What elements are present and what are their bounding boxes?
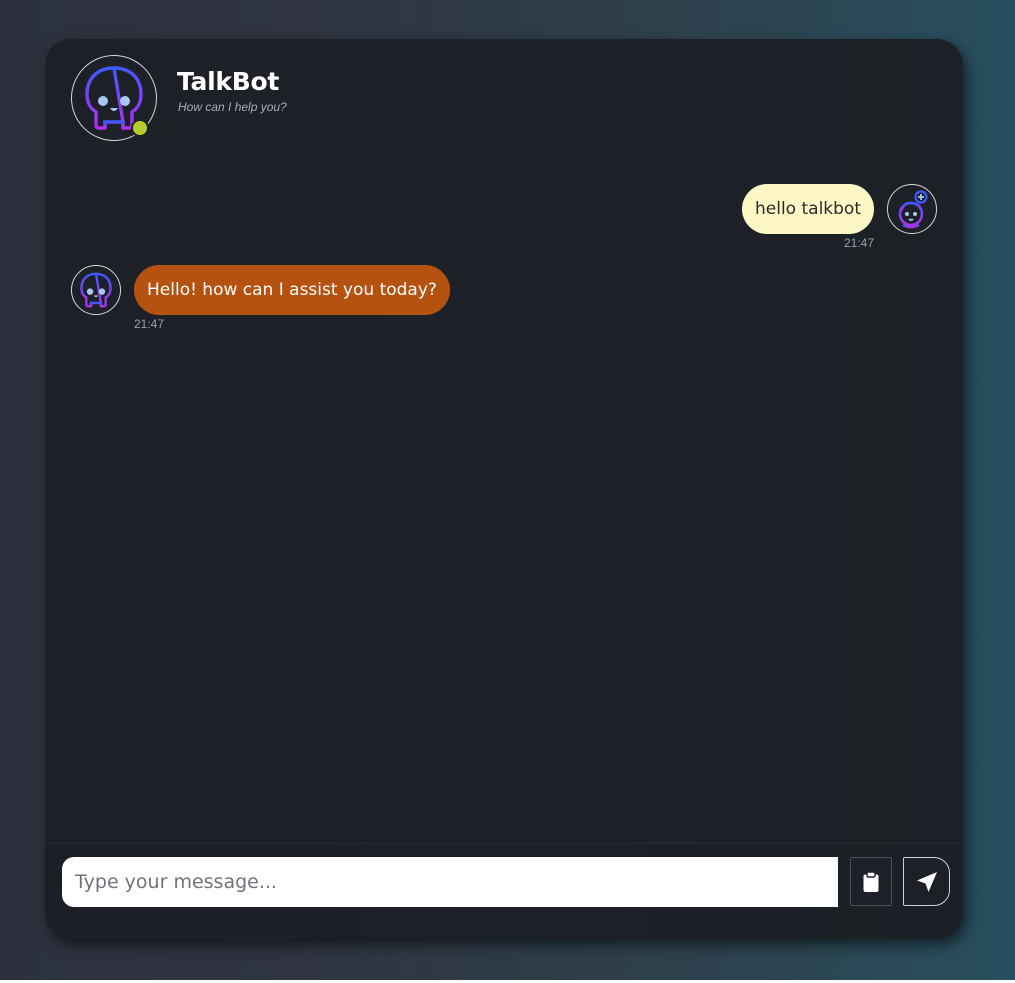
clipboard-button[interactable] [850, 857, 892, 906]
user-message-bubble: hello talkbot [742, 184, 874, 234]
user-avatar-icon [898, 190, 928, 229]
message-timestamp: 21:47 [843, 236, 874, 250]
clipboard-icon [863, 870, 879, 892]
chat-window: TalkBot How can I help you? hello talkbo… [45, 39, 963, 939]
skull-bot-icon [80, 272, 112, 308]
bot-avatar-small [71, 265, 121, 315]
user-avatar [887, 184, 937, 234]
message-composer [45, 843, 963, 939]
online-status-dot [131, 119, 149, 137]
message-timestamp: 21:47 [134, 317, 165, 331]
send-button[interactable] [903, 857, 950, 906]
paper-plane-icon [916, 871, 937, 892]
message-input[interactable] [62, 857, 838, 907]
bot-name: TalkBot [177, 67, 279, 96]
bot-subtitle: How can I help you? [178, 100, 287, 114]
bot-message-bubble: Hello! how can I assist you today? [134, 265, 450, 315]
chat-header: TalkBot How can I help you? [45, 39, 963, 154]
